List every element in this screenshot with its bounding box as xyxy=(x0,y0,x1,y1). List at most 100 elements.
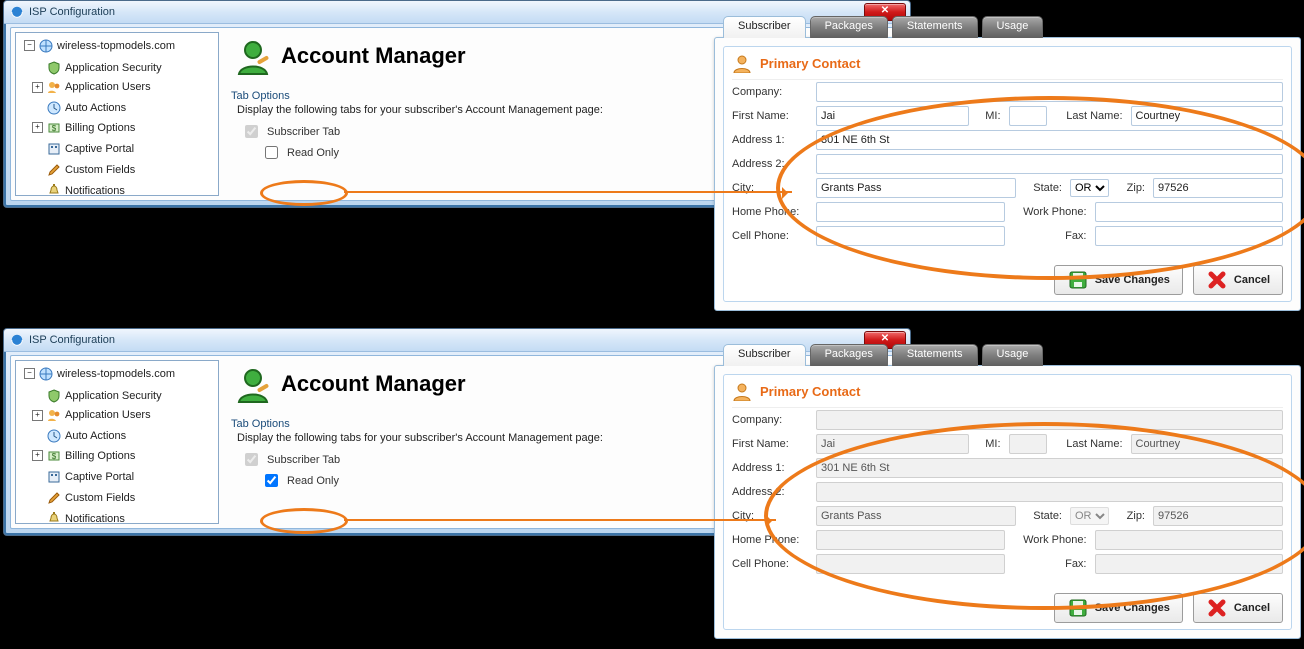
tab-statements[interactable]: Statements xyxy=(892,16,978,38)
save-button[interactable]: Save Changes xyxy=(1054,265,1183,295)
tree-item-label[interactable]: Custom Fields xyxy=(65,162,135,178)
contact-panel-bottom: SubscriberPackagesStatementsUsage Primar… xyxy=(714,365,1301,639)
tree-item[interactable]: Application Security xyxy=(32,60,162,76)
tree-item[interactable]: Captive Portal xyxy=(32,469,134,485)
address2-field xyxy=(816,482,1283,502)
cancel-label: Cancel xyxy=(1234,602,1270,614)
tree-item-label[interactable]: Captive Portal xyxy=(65,469,134,485)
tree-item[interactable]: Application Security xyxy=(32,388,162,404)
tab-packages[interactable]: Packages xyxy=(810,16,888,38)
tree-item-label[interactable]: Notifications xyxy=(65,511,125,525)
zip-field[interactable] xyxy=(1153,178,1283,198)
tree-item[interactable]: Notifications xyxy=(32,511,125,525)
nav-tree[interactable]: wireless-topmodels.com Application Secur… xyxy=(15,32,219,196)
work-phone-label: Work Phone: xyxy=(1011,534,1089,546)
first-name-label: First Name: xyxy=(732,110,810,122)
tree-item-label[interactable]: Billing Options xyxy=(65,448,135,464)
tree-item[interactable]: Application Users xyxy=(32,407,151,423)
page-title: Account Manager xyxy=(281,371,466,397)
tab-packages[interactable]: Packages xyxy=(810,344,888,366)
cancel-icon xyxy=(1206,269,1228,291)
mi-label: MI: xyxy=(975,438,1003,450)
mi-field xyxy=(1009,434,1047,454)
tree-twisty[interactable] xyxy=(24,368,35,379)
tree-item-label[interactable]: Auto Actions xyxy=(65,100,126,116)
state-select: OR xyxy=(1070,507,1109,525)
billing-icon: $ xyxy=(47,121,61,135)
last-name-field xyxy=(1131,434,1284,454)
tree-item-label[interactable]: Application Security xyxy=(65,60,162,76)
tree-root[interactable]: wireless-topmodels.com xyxy=(57,366,175,382)
tab-subscriber[interactable]: Subscriber xyxy=(723,16,806,38)
globe-icon xyxy=(39,367,53,381)
nav-tree[interactable]: wireless-topmodels.com Application Secur… xyxy=(15,360,219,524)
zip-label: Zip: xyxy=(1115,182,1147,194)
shield-icon xyxy=(47,389,61,403)
readonly-checkbox[interactable] xyxy=(265,474,278,487)
billing-icon: $ xyxy=(47,449,61,463)
tree-item-label[interactable]: Application Users xyxy=(65,407,151,423)
tree-item-label[interactable]: Application Users xyxy=(65,79,151,95)
mi-field[interactable] xyxy=(1009,106,1047,126)
bell-icon xyxy=(47,512,61,525)
city-label: City: xyxy=(732,182,810,194)
cancel-icon xyxy=(1206,597,1228,619)
home-phone-field[interactable] xyxy=(816,202,1005,222)
pencil-icon xyxy=(47,163,61,177)
cell-phone-field[interactable] xyxy=(816,226,1005,246)
bell-icon xyxy=(47,184,61,197)
tab-subscriber[interactable]: Subscriber xyxy=(723,344,806,366)
tree-item-label[interactable]: Custom Fields xyxy=(65,490,135,506)
save-button[interactable]: Save Changes xyxy=(1054,593,1183,623)
company-field[interactable] xyxy=(816,82,1283,102)
tree-twisty[interactable] xyxy=(32,450,43,461)
tree-twisty[interactable] xyxy=(24,40,35,51)
tree-twisty[interactable] xyxy=(32,82,43,93)
work-phone-field[interactable] xyxy=(1095,202,1284,222)
tab-usage[interactable]: Usage xyxy=(982,344,1044,366)
tab-usage[interactable]: Usage xyxy=(982,16,1044,38)
cancel-button[interactable]: Cancel xyxy=(1193,593,1283,623)
clock-icon xyxy=(47,101,61,115)
tree-item[interactable]: $ Billing Options xyxy=(32,448,135,464)
cell-phone-field xyxy=(816,554,1005,574)
subscriber-tab-checkbox xyxy=(245,453,258,466)
tree-twisty[interactable] xyxy=(32,410,43,421)
company-field xyxy=(816,410,1283,430)
tree-item[interactable]: Notifications xyxy=(32,183,125,197)
save-icon xyxy=(1067,597,1089,619)
last-name-field[interactable] xyxy=(1131,106,1284,126)
tree-item[interactable]: Custom Fields xyxy=(32,162,135,178)
tree-item[interactable]: Auto Actions xyxy=(32,100,126,116)
first-name-field[interactable] xyxy=(816,106,969,126)
tab-statements[interactable]: Statements xyxy=(892,344,978,366)
address1-field[interactable] xyxy=(816,130,1283,150)
tree-item[interactable]: Captive Portal xyxy=(32,141,134,157)
city-field xyxy=(816,506,1016,526)
state-select[interactable]: OR xyxy=(1070,179,1109,197)
tree-root[interactable]: wireless-topmodels.com xyxy=(57,38,175,54)
state-label: State: xyxy=(1022,510,1064,522)
tree-twisty[interactable] xyxy=(32,122,43,133)
tree-item[interactable]: Custom Fields xyxy=(32,490,135,506)
fax-field[interactable] xyxy=(1095,226,1284,246)
tree-item-label[interactable]: Notifications xyxy=(65,183,125,197)
fax-label: Fax: xyxy=(1011,230,1089,242)
work-phone-label: Work Phone: xyxy=(1011,206,1089,218)
readonly-checkbox[interactable] xyxy=(265,146,278,159)
city-field[interactable] xyxy=(816,178,1016,198)
tree-item-label[interactable]: Billing Options xyxy=(65,120,135,136)
tree-item-label[interactable]: Application Security xyxy=(65,388,162,404)
account-manager-icon xyxy=(233,364,273,404)
tree-item[interactable]: $ Billing Options xyxy=(32,120,135,136)
app-icon xyxy=(10,333,24,347)
portal-icon xyxy=(47,470,61,484)
first-name-field xyxy=(816,434,969,454)
svg-text:$: $ xyxy=(52,452,57,461)
tree-item-label[interactable]: Captive Portal xyxy=(65,141,134,157)
tree-item[interactable]: Auto Actions xyxy=(32,428,126,444)
address2-field[interactable] xyxy=(816,154,1283,174)
cancel-button[interactable]: Cancel xyxy=(1193,265,1283,295)
tree-item[interactable]: Application Users xyxy=(32,79,151,95)
tree-item-label[interactable]: Auto Actions xyxy=(65,428,126,444)
